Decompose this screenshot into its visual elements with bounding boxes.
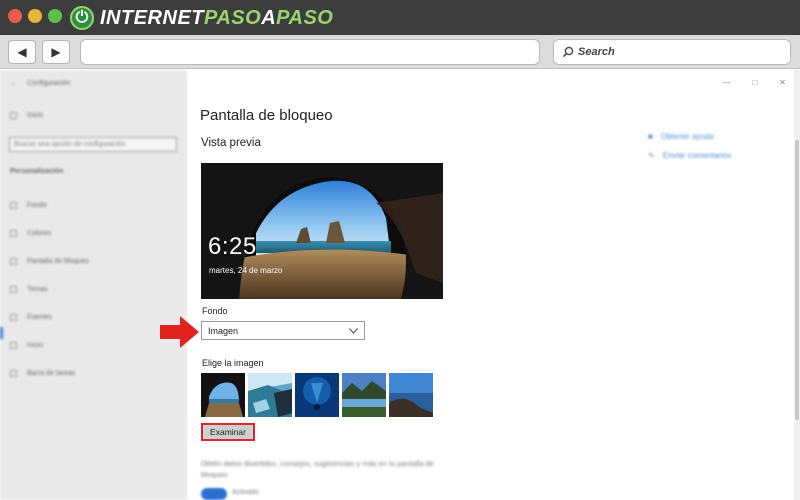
chat-bubble-icon: ■ [648, 132, 653, 141]
back-arrow-icon: ◀ [17, 45, 27, 59]
image-thumbnail-underwater[interactable] [295, 373, 339, 417]
sidebar-item-label: Fuentes [27, 314, 53, 321]
site-logo: ⏻ INTERNETPASOAPASO [70, 5, 333, 31]
preview-label: Vista previa [201, 137, 261, 149]
minimize-button[interactable]: — [722, 78, 730, 87]
browser-toolbar: ◀ ▶ Search [0, 35, 800, 69]
palette-icon [10, 230, 17, 237]
taskbar-icon [10, 370, 17, 377]
minimize-window-dot[interactable] [28, 9, 42, 23]
help-links: ■ Obtener ayuda ✎ Enviar comentarios [648, 132, 731, 170]
scrollbar-thumb[interactable] [795, 140, 799, 420]
back-button[interactable]: ◀ [8, 40, 36, 64]
sidebar-header: ← Configuración [10, 80, 70, 87]
settings-sidebar: ← Configuración Inicio Buscar una opción… [0, 70, 187, 500]
sidebar-item-label: Inicio [27, 112, 44, 119]
image-thumbnail-cave[interactable] [201, 373, 245, 417]
font-icon [10, 314, 17, 321]
start-icon [10, 342, 17, 349]
coast-thumbnail-icon [389, 373, 433, 417]
logo-power-icon: ⏻ [70, 6, 94, 30]
selected-indicator [0, 327, 3, 339]
scrollbar[interactable] [794, 70, 800, 500]
fondo-selected-value: Imagen [208, 325, 239, 336]
sidebar-item-pantalla-bloqueo[interactable]: Pantalla de bloqueo [10, 258, 89, 265]
search-placeholder: Search [578, 46, 615, 58]
lock-screen-preview: 6:25 martes, 24 de marzo [201, 163, 443, 299]
screen: ⏻ INTERNETPASOAPASO ◀ ▶ Search ← Configu… [0, 0, 800, 500]
sidebar-item-label: Barra de tareas [27, 370, 76, 377]
sidebar-item-fuentes[interactable]: Fuentes [10, 314, 52, 321]
logo-text: INTERNETPASOAPASO [100, 6, 334, 29]
forward-arrow-icon: ▶ [51, 45, 61, 59]
image-thumbnail-glacier[interactable] [248, 373, 292, 417]
image-thumbnail-lake[interactable] [342, 373, 386, 417]
sidebar-title: Configuración [27, 80, 71, 87]
sidebar-section-title: Personalización [10, 168, 63, 175]
search-icon [562, 46, 574, 58]
forward-button[interactable]: ▶ [42, 40, 70, 64]
maximize-window-dot[interactable] [48, 9, 62, 23]
image-thumbnail-coast[interactable] [389, 373, 433, 417]
sidebar-section-label: Personalización [10, 168, 64, 175]
sidebar-item-inicio[interactable]: Inicio [10, 342, 43, 349]
sidebar-item-label: Temas [27, 286, 48, 293]
browser-titlebar: ⏻ INTERNETPASOAPASO [0, 0, 800, 35]
close-button[interactable]: ✕ [779, 78, 786, 87]
close-window-dot[interactable] [8, 9, 22, 23]
maximize-button[interactable]: □ [752, 78, 757, 87]
page-title: Pantalla de bloqueo [200, 107, 333, 124]
sidebar-item-home[interactable]: Inicio [10, 112, 43, 119]
feedback-icon: ✎ [648, 151, 655, 160]
help-link-feedback[interactable]: ✎ Enviar comentarios [648, 151, 731, 160]
fun-facts-toggle[interactable] [201, 488, 227, 500]
help-link-label: Obtener ayuda [660, 132, 714, 141]
choose-image-label: Elige la imagen [202, 358, 264, 368]
settings-content: — □ ✕ Pantalla de bloqueo Vista previa 6… [188, 70, 800, 500]
red-arrow-annotation [160, 316, 199, 348]
lake-thumbnail-icon [342, 373, 386, 417]
underwater-thumbnail-icon [295, 373, 339, 417]
fondo-label: Fondo [202, 306, 228, 316]
help-link-label: Enviar comentarios [662, 151, 732, 160]
browse-button[interactable]: Examinar [201, 423, 255, 441]
brush-icon [10, 286, 17, 293]
glacier-thumbnail-icon [248, 373, 292, 417]
settings-search-placeholder: Buscar una opción de configuración [14, 141, 126, 148]
window-controls: — □ ✕ [722, 78, 786, 87]
fun-facts-text: Obtén datos divertidos, consejos, sugere… [201, 459, 435, 479]
settings-search-input[interactable]: Buscar una opción de configuración [9, 137, 177, 152]
cave-beach-image [201, 163, 443, 299]
sidebar-item-label: Inicio [27, 342, 44, 349]
lock-screen-icon [10, 258, 17, 265]
cave-thumbnail-icon [201, 373, 245, 417]
chevron-down-icon [349, 327, 358, 334]
sidebar-item-colores[interactable]: Colores [10, 230, 51, 237]
search-box[interactable]: Search [553, 39, 791, 65]
sidebar-item-label: Pantalla de bloqueo [27, 258, 89, 265]
preview-date: martes, 24 de marzo [209, 266, 283, 275]
picture-icon [10, 202, 17, 209]
toggle-state-label: Activado [232, 489, 259, 496]
sidebar-item-temas[interactable]: Temas [10, 286, 48, 293]
help-link-get-help[interactable]: ■ Obtener ayuda [648, 132, 731, 141]
preview-clock: 6:25 [208, 233, 257, 260]
home-icon [10, 112, 17, 119]
sidebar-item-fondo[interactable]: Fondo [10, 202, 47, 209]
sidebar-item-label: Colores [27, 230, 52, 237]
sidebar-item-label: Fondo [27, 202, 47, 209]
fondo-dropdown[interactable]: Imagen [201, 321, 365, 340]
address-bar[interactable] [80, 39, 540, 65]
back-icon[interactable]: ← [10, 80, 17, 87]
sidebar-item-barra-tareas[interactable]: Barra de tareas [10, 370, 75, 377]
